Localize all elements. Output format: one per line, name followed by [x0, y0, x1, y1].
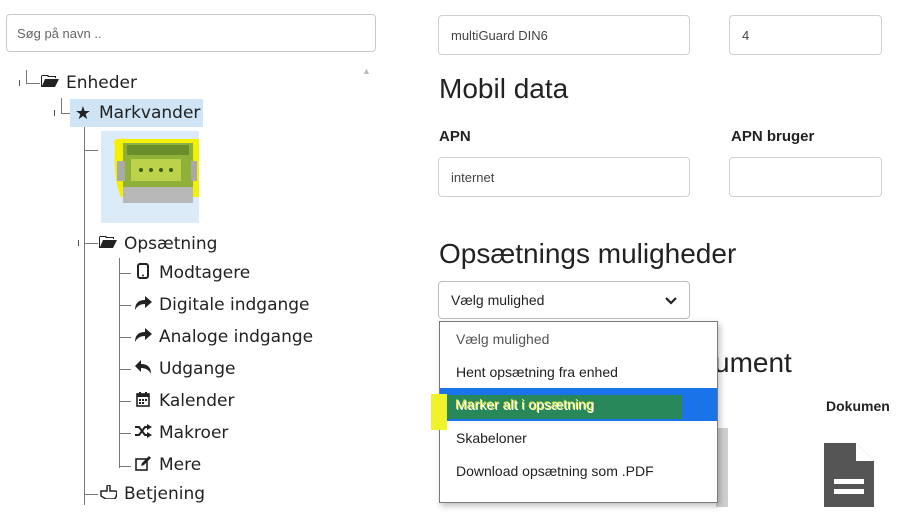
- tree-node-label: Udgange: [159, 359, 236, 379]
- edit-icon: [133, 455, 153, 475]
- folder-open-icon: [40, 74, 60, 92]
- mobile-phone-icon: [133, 263, 153, 283]
- tree-connector: [119, 337, 131, 338]
- tree-node-betjening[interactable]: Betjening: [98, 480, 205, 508]
- tree-node-modtagere[interactable]: Modtagere: [133, 259, 250, 287]
- selected-highlight: ★ Markvander: [70, 99, 204, 127]
- dropdown-option[interactable]: Skabeloner: [440, 421, 717, 454]
- tree-node-opsaetning[interactable]: Opsætning: [98, 230, 217, 258]
- folder-open-icon: [98, 235, 118, 253]
- tree-node-kalender[interactable]: Kalender: [133, 387, 234, 415]
- search-input[interactable]: [6, 14, 376, 52]
- tree-connector: [84, 127, 85, 505]
- tree-node-label: Mere: [159, 455, 202, 475]
- tree-node-analoge-indgange[interactable]: Analoge indgange: [133, 323, 313, 351]
- documents-label-partial: Dokumen: [826, 398, 890, 414]
- tree-connector: [84, 150, 98, 151]
- select-value: Vælg mulighed: [451, 292, 545, 308]
- tree-node-udgange[interactable]: Udgange: [133, 355, 235, 383]
- setup-options-heading: Opsætnings muligheder: [439, 238, 737, 269]
- number-field[interactable]: 4: [729, 15, 882, 55]
- tree-connector: [119, 369, 131, 370]
- tree-tick: [19, 80, 20, 86]
- tree-tick: [78, 240, 79, 246]
- tree-node-label: Opsætning: [124, 234, 218, 254]
- tree-node-label: Enheder: [66, 73, 137, 93]
- tree-connector: [119, 466, 131, 467]
- tree-connector: [84, 243, 98, 244]
- star-icon: ★: [74, 102, 92, 124]
- share-arrow-icon: [133, 328, 153, 346]
- shuffle-icon: [133, 424, 153, 442]
- tree-node-mere[interactable]: Mere: [133, 451, 201, 479]
- tree-node-digitale-indgange[interactable]: Digitale indgange: [133, 291, 310, 319]
- dropdown-option[interactable]: Hent opsætning fra enhed: [440, 355, 717, 388]
- calendar-icon: [133, 391, 153, 411]
- apn-user-label: APN bruger: [731, 128, 815, 145]
- tree-tick: [54, 110, 55, 116]
- tree-node-label: Digitale indgange: [159, 295, 310, 315]
- setup-options-select[interactable]: Vælg mulighed: [438, 281, 690, 319]
- tree-node-label: Analoge indgange: [159, 327, 314, 347]
- tree-node-label: Kalender: [159, 391, 235, 411]
- scroll-up-arrow-icon[interactable]: ▲: [362, 66, 371, 76]
- tree-connector: [119, 401, 131, 402]
- tree-node-label: Betjening: [124, 484, 206, 504]
- file-icon[interactable]: [824, 443, 874, 507]
- tree-node-enheder[interactable]: Enheder: [40, 69, 137, 97]
- tree-connector: [119, 273, 131, 274]
- model-field[interactable]: multiGuard DIN6: [438, 15, 690, 55]
- dropdown-option[interactable]: Download opsætning som .PDF: [440, 454, 717, 487]
- share-arrow-icon: [133, 296, 153, 314]
- mobile-data-heading: Mobil data: [439, 73, 569, 104]
- tree-node-label: Modtagere: [159, 263, 251, 283]
- tree-node-label: Markvander: [99, 103, 201, 123]
- dropdown-option[interactable]: Vælg mulighed: [440, 322, 717, 355]
- tree-node-makroer[interactable]: Makroer: [133, 419, 228, 447]
- tree-connector: [61, 98, 62, 114]
- tree-connector: [119, 258, 120, 468]
- tree-node-label: Makroer: [159, 423, 229, 443]
- apn-field[interactable]: internet: [438, 157, 690, 197]
- tree-connector: [26, 70, 27, 84]
- apn-user-field[interactable]: [729, 157, 882, 197]
- apn-label: APN: [439, 128, 471, 145]
- hand-pointer-icon: [98, 484, 118, 503]
- tree-connector: [119, 433, 131, 434]
- tree-connector: [84, 494, 98, 495]
- dropdown-option-label: Marker alt i opsætning: [456, 396, 595, 413]
- tree-connector: [26, 83, 40, 84]
- reply-arrow-icon: [133, 360, 153, 378]
- highlighter-mark: [431, 394, 447, 430]
- documents-heading-partial: ument: [714, 347, 792, 378]
- tree-connector: [119, 305, 131, 306]
- device-image[interactable]: [101, 131, 223, 223]
- tree-node-markvander[interactable]: ★ Markvander: [70, 99, 204, 127]
- chevron-down-icon: [665, 292, 677, 308]
